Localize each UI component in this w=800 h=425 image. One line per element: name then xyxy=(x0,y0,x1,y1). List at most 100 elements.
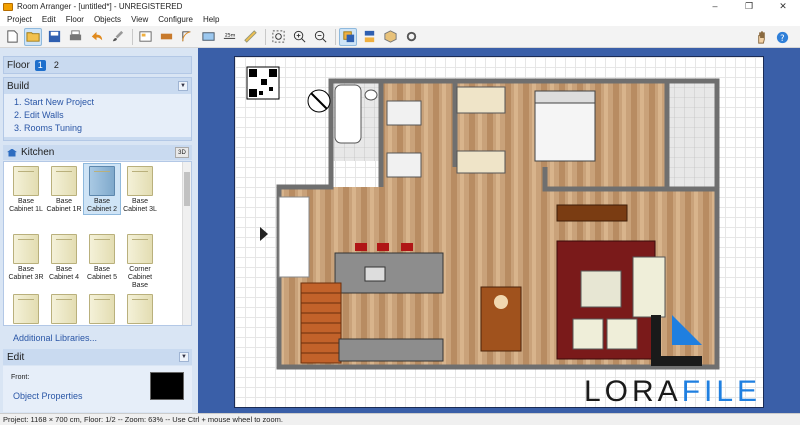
tv-stand[interactable] xyxy=(556,204,628,222)
table[interactable] xyxy=(386,100,422,126)
kitchen-sink[interactable] xyxy=(364,266,386,282)
view-3d-toggle[interactable]: 3D xyxy=(175,147,189,158)
build-section: Build ▼ 1. Start New Project 2. Edit Wal… xyxy=(3,77,192,141)
svg-text:?: ? xyxy=(780,32,784,42)
cabinet-icon xyxy=(89,166,115,196)
library-item[interactable]: Base Cabinet 3L xyxy=(122,164,158,214)
front-label: Front: xyxy=(11,374,30,381)
library-scrollbar[interactable] xyxy=(182,162,191,325)
bar-stool[interactable] xyxy=(377,243,389,251)
dimension-button[interactable]: 25m xyxy=(220,28,238,46)
minimize-button[interactable]: – xyxy=(698,0,732,13)
maximize-button[interactable]: ❐ xyxy=(732,0,766,13)
wall-icon xyxy=(160,33,172,40)
scrollbar-thumb[interactable] xyxy=(184,172,190,206)
balcony-floor xyxy=(667,83,715,191)
library-item[interactable]: Base Cabinet 3R xyxy=(8,232,44,282)
windows-button[interactable] xyxy=(199,28,217,46)
cube-icon xyxy=(383,30,397,43)
cabinet-icon xyxy=(51,294,77,324)
rooms-tuning-link[interactable]: 3. Rooms Tuning xyxy=(14,122,191,135)
library-item[interactable]: Base Cabinet 5 xyxy=(84,232,120,282)
library-item[interactable] xyxy=(84,292,120,326)
zoom-out-button[interactable] xyxy=(311,28,329,46)
bar-stool[interactable] xyxy=(355,243,367,251)
menu-objects[interactable]: Objects xyxy=(89,13,126,26)
library-item[interactable]: Base Cabinet 1L xyxy=(8,164,44,214)
open-project-button[interactable] xyxy=(24,27,42,46)
additional-libraries-link[interactable]: Additional Libraries... xyxy=(13,333,97,343)
chevron-down-icon[interactable]: ▼ xyxy=(179,352,189,362)
desk[interactable] xyxy=(456,86,506,114)
bar-stool[interactable] xyxy=(401,243,413,251)
kitchen-counter[interactable] xyxy=(338,338,444,362)
close-button[interactable]: ✕ xyxy=(766,0,800,13)
undo-button[interactable] xyxy=(87,28,105,46)
toolbar: 25m ? xyxy=(0,26,800,48)
library-item-label: Base Cabinet 1L xyxy=(9,198,43,213)
table[interactable] xyxy=(386,152,422,178)
object-properties-link[interactable]: Object Properties xyxy=(13,391,83,401)
help-button[interactable]: ? xyxy=(773,28,791,46)
new-project-button[interactable] xyxy=(3,28,21,46)
menu-configure[interactable]: Configure xyxy=(153,13,198,26)
print-button[interactable] xyxy=(66,28,84,46)
walls-button[interactable] xyxy=(157,28,175,46)
library-item[interactable]: Corner Cabinet Base xyxy=(122,232,158,290)
lorafile-logo-icon xyxy=(651,315,702,366)
front-color-swatch[interactable] xyxy=(150,372,184,400)
settings-button[interactable] xyxy=(402,28,420,46)
coffee-table[interactable] xyxy=(580,270,622,308)
measure-button[interactable] xyxy=(241,28,259,46)
menu-help[interactable]: Help xyxy=(198,13,224,26)
sink[interactable] xyxy=(364,89,378,101)
build-header[interactable]: Build xyxy=(4,78,191,94)
build-list: 1. Start New Project 2. Edit Walls 3. Ro… xyxy=(4,94,191,137)
rooms-button[interactable] xyxy=(136,28,154,46)
dimension-icon: 25m xyxy=(223,33,235,39)
floor-tab-2[interactable]: 2 xyxy=(51,60,62,71)
library-item[interactable] xyxy=(8,292,44,326)
library-item[interactable] xyxy=(46,292,82,326)
floor-button[interactable] xyxy=(360,28,378,46)
menu-floor[interactable]: Floor xyxy=(61,13,89,26)
view-3d-button[interactable] xyxy=(381,28,399,46)
door-icon xyxy=(181,31,190,42)
sofa[interactable] xyxy=(632,256,666,318)
entrance-area xyxy=(278,196,310,278)
bathtub[interactable] xyxy=(334,84,362,144)
library-item[interactable]: Base Cabinet 1R xyxy=(46,164,82,214)
home-icon xyxy=(7,148,17,157)
edit-header[interactable]: Edit ▼ xyxy=(3,349,192,365)
menu-project[interactable]: Project xyxy=(2,13,37,26)
watermark-part2: FILE xyxy=(681,375,762,408)
toolbar-separator xyxy=(132,28,133,45)
start-new-project-link[interactable]: 1. Start New Project xyxy=(14,96,191,109)
title-bar: Room Arranger - [untitled*] - UNREGISTER… xyxy=(0,0,800,13)
pan-button[interactable] xyxy=(752,28,770,46)
view-2d-button[interactable] xyxy=(339,27,357,46)
kitchen-island[interactable] xyxy=(334,252,444,294)
menu-bar: Project Edit Floor Objects View Configur… xyxy=(0,13,800,26)
staircase[interactable] xyxy=(300,282,342,364)
menu-edit[interactable]: Edit xyxy=(37,13,61,26)
layers-icon xyxy=(342,31,354,43)
cabinet-icon xyxy=(13,234,39,264)
library-header[interactable]: Kitchen 3D xyxy=(3,145,192,160)
zoom-fit-button[interactable] xyxy=(269,28,287,46)
menu-view[interactable]: View xyxy=(126,13,153,26)
zoom-in-button[interactable] xyxy=(290,28,308,46)
build-label: Build xyxy=(7,80,30,92)
room-arranger-window: Room Arranger - [untitled*] - UNREGISTER… xyxy=(0,0,800,425)
edit-walls-link[interactable]: 2. Edit Walls xyxy=(14,109,191,122)
library-item[interactable]: Base Cabinet 4 xyxy=(46,232,82,282)
floor-tab-1[interactable]: 1 xyxy=(34,59,46,71)
library-item-selected[interactable]: Base Cabinet 2 xyxy=(83,163,121,215)
save-button[interactable] xyxy=(45,28,63,46)
chevron-down-icon[interactable]: ▼ xyxy=(178,81,188,91)
toolbar-right: ? xyxy=(752,28,794,46)
paint-button[interactable] xyxy=(108,28,126,46)
library-item[interactable] xyxy=(122,292,158,326)
doors-button[interactable] xyxy=(178,28,196,46)
counter[interactable] xyxy=(456,150,506,174)
